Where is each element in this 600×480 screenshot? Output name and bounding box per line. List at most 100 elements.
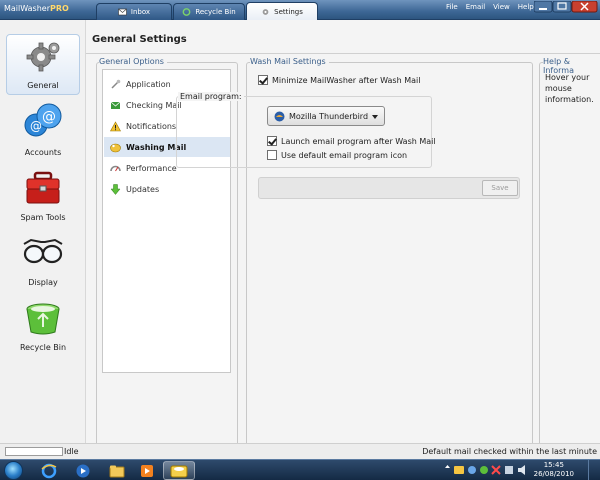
save-bar [258, 177, 520, 199]
help-info-text: Hover your mouse information. [545, 73, 594, 104]
general-options-label: General Options [99, 57, 167, 66]
status-bar: Idle Default mail checked within the las… [0, 443, 600, 459]
taskbar-ie[interactable] [34, 461, 64, 480]
app-title: MailWasherPRO [4, 4, 69, 13]
recycle-icon [182, 8, 191, 16]
gears-icon [26, 42, 60, 72]
glasses-icon [23, 238, 63, 264]
sidebar-item-spam-tools[interactable]: Spam Tools [6, 165, 80, 226]
show-desktop-button[interactable] [588, 460, 600, 480]
email-program-select[interactable]: Mozilla Thunderbird [267, 106, 385, 126]
sidebar-item-general-label: General [27, 81, 59, 90]
tab-settings-label: Settings [274, 8, 303, 16]
tray-warning-icon[interactable] [491, 465, 501, 475]
default-icon-checkbox[interactable] [267, 150, 277, 160]
down-arrow-icon [110, 183, 121, 195]
clock-time: 15:45 [543, 461, 564, 469]
taskbar-clock[interactable]: 15:45 26/08/2010 [534, 461, 574, 479]
warning-icon [110, 120, 121, 131]
app-title-main: MailWasher [4, 4, 50, 13]
status-message: Default mail checked within the last min… [422, 447, 597, 456]
option-updates[interactable]: Updates [104, 179, 230, 199]
status-text: Idle [64, 447, 79, 456]
taskbar-video[interactable] [132, 461, 162, 480]
media-player-icon [76, 464, 90, 477]
tab-settings[interactable]: Settings [246, 2, 318, 21]
settings-content: General Settings General Options Applica… [86, 20, 600, 458]
title-divider [86, 53, 600, 54]
sidebar-item-recycle-bin-label: Recycle Bin [19, 343, 67, 352]
taskbar: 15:45 26/08/2010 [0, 459, 600, 480]
menu-bar: File Email View Help [446, 3, 534, 11]
save-button[interactable]: Save [482, 180, 518, 196]
progress-bar [5, 447, 63, 456]
option-application[interactable]: Application [104, 74, 230, 94]
launch-email-label: Launch email program after Wash Mail [281, 136, 436, 146]
option-updates-label: Updates [126, 184, 160, 194]
sidebar-item-display[interactable]: Display [6, 230, 80, 291]
help-info-group [539, 62, 600, 458]
menu-view[interactable]: View [493, 3, 510, 11]
svg-text:@: @ [42, 109, 56, 125]
tray-expand-icon[interactable] [445, 465, 450, 468]
page-title: General Settings [92, 34, 187, 45]
checking-mail-icon [110, 101, 121, 109]
minimize-after-wash-label: Minimize MailWasher after Wash Mail [272, 75, 421, 85]
tab-inbox[interactable]: Inbox [96, 3, 172, 20]
clock-date: 26/08/2010 [533, 470, 574, 478]
sidebar-item-accounts[interactable]: @ @ Accounts [6, 100, 80, 161]
sidebar: General @ @ Accounts Spam Tools Display … [0, 20, 86, 458]
mailwasher-icon [170, 465, 188, 477]
application-icon [111, 79, 121, 89]
taskbar-media-player[interactable] [68, 461, 98, 480]
tab-inbox-label: Inbox [130, 8, 151, 16]
menu-email[interactable]: Email [466, 3, 485, 11]
menu-file[interactable]: File [446, 3, 458, 11]
launch-email-checkbox[interactable] [267, 136, 277, 146]
minimize-icon [539, 8, 547, 10]
tray-network-icon[interactable] [468, 466, 476, 474]
chevron-down-icon [372, 115, 378, 119]
tray-mailwasher-icon[interactable] [454, 466, 464, 474]
tray-green-icon[interactable] [480, 466, 488, 474]
gear-icon [262, 9, 269, 15]
minimize-after-wash-option[interactable]: Minimize MailWasher after Wash Mail [258, 75, 420, 85]
menu-help[interactable]: Help [518, 3, 534, 11]
video-icon [141, 464, 153, 477]
tab-recycle-bin[interactable]: Recycle Bin [173, 3, 245, 20]
sidebar-item-recycle-bin[interactable]: Recycle Bin [6, 295, 80, 356]
performance-icon [110, 165, 121, 171]
taskbar-mailwasher[interactable] [163, 461, 195, 480]
email-program-label: Email program: [178, 92, 244, 101]
start-button[interactable] [4, 461, 23, 480]
sidebar-item-spam-tools-label: Spam Tools [20, 213, 66, 222]
main-window: General @ @ Accounts Spam Tools Display … [0, 20, 600, 458]
launch-email-option[interactable]: Launch email program after Wash Mail [267, 136, 436, 146]
minimize-button[interactable] [534, 1, 553, 13]
default-icon-label: Use default email program icon [281, 150, 408, 160]
tab-recycle-bin-label: Recycle Bin [195, 8, 236, 16]
thunderbird-icon [274, 111, 285, 121]
envelope-icon [118, 8, 127, 16]
window-controls [534, 1, 598, 13]
sidebar-item-accounts-label: Accounts [24, 148, 62, 157]
minimize-after-wash-checkbox[interactable] [258, 75, 268, 85]
default-icon-option[interactable]: Use default email program icon [267, 150, 407, 160]
option-application-label: Application [126, 79, 171, 89]
tray-display-icon[interactable] [505, 466, 513, 474]
recycle-bin-icon [26, 303, 60, 335]
app-title-suffix: PRO [50, 4, 69, 13]
at-sign-icon: @ @ [24, 103, 62, 137]
wash-mail-settings-label: Wash Mail Settings [250, 57, 329, 66]
internet-explorer-icon [41, 463, 57, 478]
option-notifications-label: Notifications [126, 121, 177, 131]
email-program-value: Mozilla Thunderbird [289, 111, 369, 121]
folder-icon [109, 465, 125, 477]
volume-icon[interactable] [518, 465, 525, 475]
option-checking-mail-label: Checking Mail [126, 100, 182, 110]
taskbar-explorer[interactable] [102, 461, 132, 480]
option-performance-label: Performance [126, 163, 177, 173]
svg-text:@: @ [30, 119, 42, 133]
sidebar-item-general[interactable]: General [6, 34, 80, 95]
title-bar: MailWasherPRO Inbox Recycle Bin Settings… [0, 0, 600, 21]
